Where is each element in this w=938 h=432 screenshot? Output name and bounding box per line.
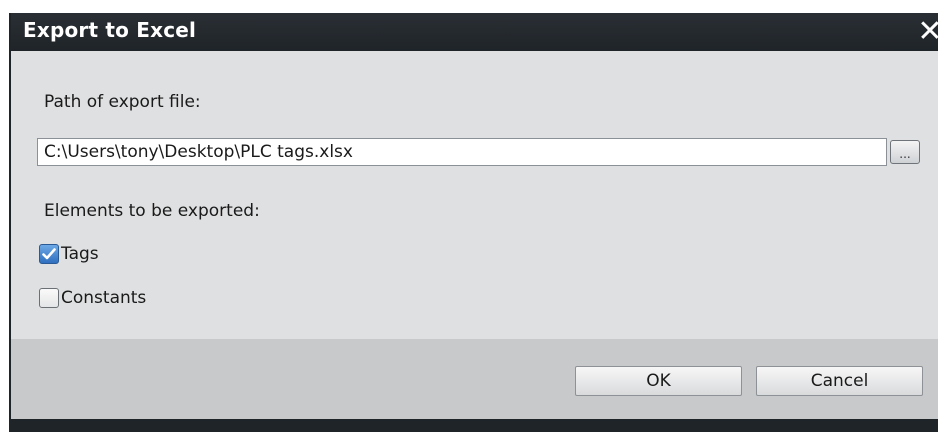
tags-label: Tags: [61, 244, 99, 264]
close-icon[interactable]: ✕: [916, 14, 938, 50]
export-path-input[interactable]: [37, 138, 887, 166]
cancel-button[interactable]: Cancel: [756, 366, 923, 396]
dialog-body: Path of export file: ... Elements to be …: [11, 51, 938, 339]
elements-label: Elements to be exported:: [44, 201, 260, 221]
constants-label: Constants: [61, 288, 147, 308]
path-label: Path of export file:: [44, 92, 201, 112]
dialog-titlebar: Export to Excel ✕: [11, 13, 938, 51]
browse-button[interactable]: ...: [890, 140, 920, 164]
constants-checkbox[interactable]: [39, 288, 59, 308]
checkmark-icon: [42, 248, 56, 260]
tags-checkbox[interactable]: [39, 244, 59, 264]
option-tags-row[interactable]: Tags: [39, 244, 99, 264]
export-to-excel-dialog: Export to Excel ✕ Path of export file: .…: [9, 13, 938, 432]
dialog-bottom-border: [11, 419, 938, 432]
ok-button[interactable]: OK: [575, 366, 742, 396]
dialog-footer: OK Cancel: [11, 339, 938, 419]
dialog-title: Export to Excel: [23, 18, 197, 42]
option-constants-row[interactable]: Constants: [39, 288, 146, 308]
